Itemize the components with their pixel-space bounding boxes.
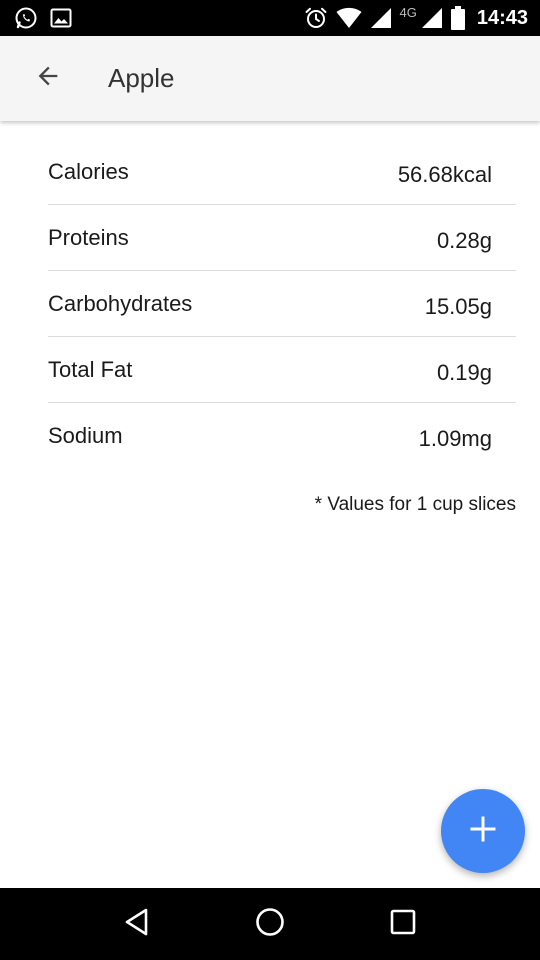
recents-square-icon <box>389 908 417 941</box>
nutrient-value: 15.05g <box>424 294 492 319</box>
nutrient-value: 0.28g <box>436 228 492 253</box>
nutrient-value: 1.09mg <box>418 426 492 451</box>
nutrition-row: Total Fat 0.19g <box>48 337 516 403</box>
status-time: 14:43 <box>476 6 528 29</box>
status-bar: 4G 14:43 <box>0 0 540 36</box>
page-title: Apple <box>108 63 175 93</box>
plus-icon <box>470 816 496 847</box>
nav-home-button[interactable] <box>240 894 300 954</box>
wifi-icon <box>336 7 362 29</box>
nutrition-row: Proteins 0.28g <box>48 205 516 271</box>
navigation-bar <box>0 888 540 960</box>
back-triangle-icon <box>123 907 151 942</box>
nutrition-row: Sodium 1.09mg <box>48 403 516 469</box>
nutrient-label: Proteins <box>48 225 129 250</box>
nutrient-label: Calories <box>48 159 129 184</box>
whatsapp-icon <box>14 6 38 30</box>
home-circle-icon <box>254 906 286 943</box>
add-button[interactable] <box>441 789 525 873</box>
signal-icon <box>421 7 443 29</box>
signal-icon <box>370 7 392 29</box>
image-icon <box>50 8 72 28</box>
nutrient-value: 0.19g <box>436 360 492 385</box>
nav-recents-button[interactable] <box>373 894 433 954</box>
nutrition-table: Calories 56.68kcal Proteins 0.28g Carboh… <box>48 139 516 469</box>
battery-icon <box>450 6 465 30</box>
network-type-label: 4G <box>399 4 417 20</box>
arrow-back-icon <box>34 62 62 95</box>
nutrient-label: Carbohydrates <box>48 291 193 316</box>
back-button[interactable] <box>20 51 76 107</box>
serving-footnote: * Values for 1 cup slices <box>314 494 516 515</box>
nutrient-label: Total Fat <box>48 357 133 382</box>
nav-back-button[interactable] <box>107 894 167 954</box>
app-bar: Apple <box>0 36 540 121</box>
nutrition-row: Carbohydrates 15.05g <box>48 271 516 337</box>
nutrient-value: 56.68kcal <box>397 162 492 187</box>
alarm-icon <box>304 6 328 30</box>
nutrient-label: Sodium <box>48 423 123 448</box>
nutrition-row: Calories 56.68kcal <box>48 139 516 205</box>
